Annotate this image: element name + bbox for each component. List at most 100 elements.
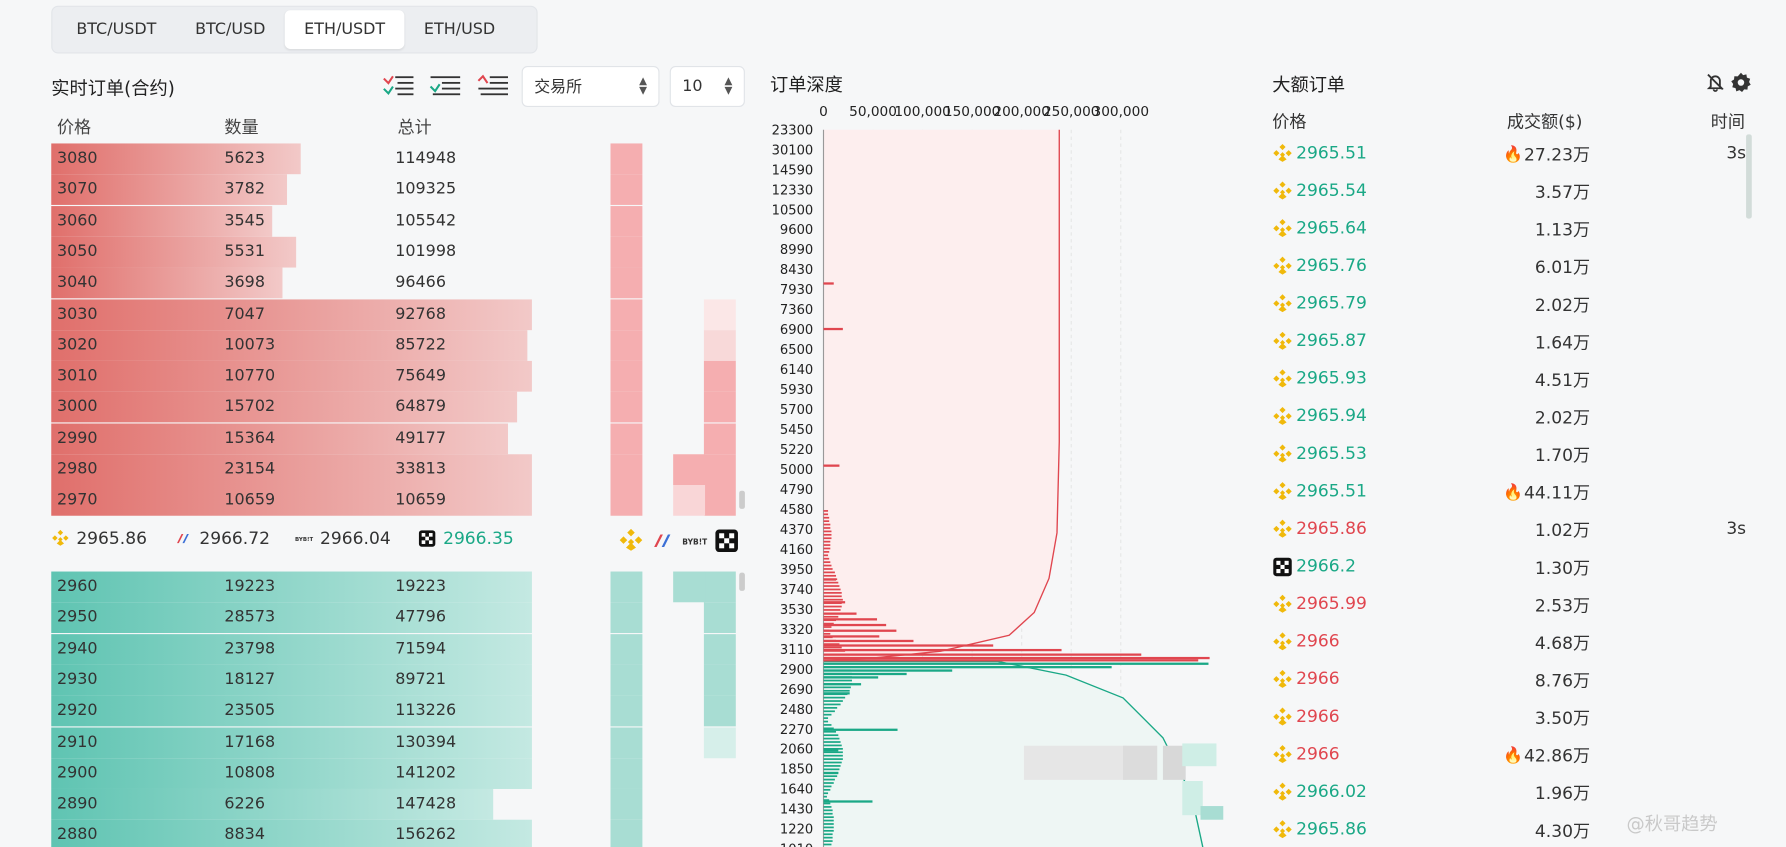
scrollbar-bid[interactable] <box>739 572 745 591</box>
bid-row[interactable]: 2890 6226 147428 <box>51 789 532 820</box>
view-asks-icon[interactable] <box>476 73 510 98</box>
ask-row[interactable]: 2990 15364 49177 <box>51 423 532 454</box>
bid-bar <box>823 686 851 689</box>
ask-bar <box>823 523 831 526</box>
asks-price: 3040 <box>56 273 98 292</box>
y-tick-label: 1010 <box>780 843 813 847</box>
bybit-icon[interactable]: BYB!T <box>682 528 707 553</box>
bell-off-icon[interactable] <box>1705 72 1726 92</box>
bids-qty: 8834 <box>224 825 265 845</box>
bids-total: 19223 <box>395 577 446 596</box>
bid-row[interactable]: 2920 23505 113226 <box>51 695 532 727</box>
gear-icon[interactable] <box>1730 72 1752 94</box>
ask-row[interactable]: 3030 7047 92768 <box>51 298 532 330</box>
okx-icon[interactable] <box>714 528 739 553</box>
bid-bar <box>823 720 829 723</box>
depth-bar-light <box>51 454 532 486</box>
asks-price: 2970 <box>56 491 98 510</box>
bid-bar <box>823 741 841 743</box>
large-order-row[interactable]: 2965.86 1.02万 3s <box>1272 511 1750 549</box>
mid-price: 2966.35 <box>418 528 514 549</box>
bids-price: 2920 <box>56 701 98 720</box>
bid-row[interactable]: 2950 28573 47796 <box>51 602 532 634</box>
bids-price: 2900 <box>56 763 98 782</box>
heat-cell-ask2 <box>703 298 736 330</box>
binance-icon[interactable] <box>618 528 643 553</box>
ask-row[interactable]: 3000 15702 64879 <box>51 392 532 423</box>
tab-eth-usd[interactable]: ETH/USD <box>405 10 515 49</box>
ask-row[interactable]: 3060 3545 105542 <box>51 205 532 237</box>
large-order-price: 2965.51 <box>1296 480 1367 501</box>
bid-bar <box>823 809 833 812</box>
bid-bar <box>823 768 840 771</box>
large-order-amount: 8.76万 <box>1535 668 1590 692</box>
scrollbar-ask[interactable] <box>739 490 745 509</box>
ask-row[interactable]: 2980 23154 33813 <box>51 454 532 486</box>
ask-row[interactable]: 3010 10770 75649 <box>51 361 532 392</box>
fire-icon: 🔥 <box>1503 746 1523 765</box>
ask-row[interactable]: 3040 3698 96466 <box>51 267 532 299</box>
large-order-amount-value: 6.01万 <box>1534 257 1591 278</box>
large-order-row[interactable]: 2965.87 1.64万 <box>1272 323 1750 361</box>
bid-row[interactable]: 2880 8834 156262 <box>51 820 532 847</box>
blurred-patch <box>1182 743 1217 767</box>
bid-row[interactable]: 2960 19223 19223 <box>51 571 532 603</box>
large-order-row[interactable]: 2966.2 1.30万 <box>1272 549 1750 587</box>
binance-icon <box>1273 219 1292 238</box>
ask-row[interactable]: 3020 10073 85722 <box>51 329 532 361</box>
large-order-row[interactable]: 2965.64 1.13万 <box>1272 211 1750 249</box>
ask-bar <box>823 650 846 652</box>
large-order-row[interactable]: 2965.93 4.51万 <box>1272 361 1750 399</box>
view-both-icon[interactable] <box>382 73 416 98</box>
heat-cell-bid <box>610 633 643 665</box>
tab-eth-usdt[interactable]: ETH/USDT <box>284 10 405 49</box>
tab-btc-usdt[interactable]: BTC/USDT <box>57 10 176 49</box>
y-tick-label: 2690 <box>780 683 813 698</box>
x-tick-label: 150,000 <box>944 104 1000 120</box>
bid-row[interactable]: 2910 17168 130394 <box>51 726 532 758</box>
large-order-row[interactable]: 2966 8.76万 <box>1272 661 1750 699</box>
bid-bar <box>823 683 852 685</box>
large-order-row[interactable]: 2965.51 🔥 27.23万 3s <box>1272 135 1750 173</box>
large-order-row[interactable]: 2966 🔥 42.86万 <box>1272 737 1750 775</box>
bid-row[interactable]: 2900 10808 141202 <box>51 758 532 789</box>
bid-row[interactable]: 2930 18127 89721 <box>51 664 532 696</box>
large-order-row[interactable]: 2966.02 1.96万 <box>1272 774 1750 812</box>
large-order-row[interactable]: 2965.51 🔥 44.11万 <box>1272 474 1750 512</box>
asks-price: 2990 <box>56 428 98 448</box>
large-order-row[interactable]: 2966 3.50万 <box>1272 699 1750 737</box>
ask-row[interactable]: 2970 10659 10659 <box>51 485 532 517</box>
large-order-row[interactable]: 2966 4.68万 <box>1272 624 1750 662</box>
large-orders-scrollbar[interactable] <box>1746 134 1752 219</box>
large-order-row[interactable]: 2965.94 2.02万 <box>1272 398 1750 436</box>
ask-row[interactable]: 3080 5623 114948 <box>51 143 532 175</box>
heat-cell-ask <box>610 423 643 454</box>
bids-total: 47796 <box>395 608 446 627</box>
large-order-row[interactable]: 2965.99 2.53万 <box>1272 586 1750 624</box>
binance-icon <box>1273 294 1292 313</box>
ask-bar <box>823 510 829 512</box>
col-qty: 数量 <box>224 117 259 138</box>
asks-total: 105542 <box>395 211 457 230</box>
ask-bar <box>823 533 832 536</box>
large-order-row[interactable]: 2965.79 2.02万 <box>1272 286 1750 324</box>
large-order-row[interactable]: 2965.76 6.01万 <box>1272 248 1750 286</box>
bybit-icon: BYB!T <box>295 537 313 543</box>
binance-icon <box>1273 181 1292 200</box>
exchange-select[interactable]: 交易所 ▲ ▼ <box>521 66 660 108</box>
bitmex-icon[interactable] <box>650 528 675 553</box>
depth-select[interactable]: 10 ▲ ▼ <box>669 66 745 108</box>
binance-icon <box>1273 369 1292 388</box>
asks-qty: 15702 <box>224 397 276 416</box>
view-bids-icon[interactable] <box>428 73 462 98</box>
bid-bar <box>823 806 832 808</box>
large-order-row[interactable]: 2965.53 1.70万 <box>1272 436 1750 474</box>
bid-bar <box>823 672 852 675</box>
tab-btc-usd[interactable]: BTC/USD <box>176 10 285 49</box>
bid-row[interactable]: 2940 23798 71594 <box>51 633 532 665</box>
ask-row[interactable]: 3050 5531 101998 <box>51 236 532 268</box>
ask-bar <box>823 585 840 587</box>
large-order-row[interactable]: 2965.54 3.57万 <box>1272 173 1750 211</box>
col-price: 价格 <box>56 117 92 138</box>
ask-row[interactable]: 3070 3782 109325 <box>51 174 532 206</box>
